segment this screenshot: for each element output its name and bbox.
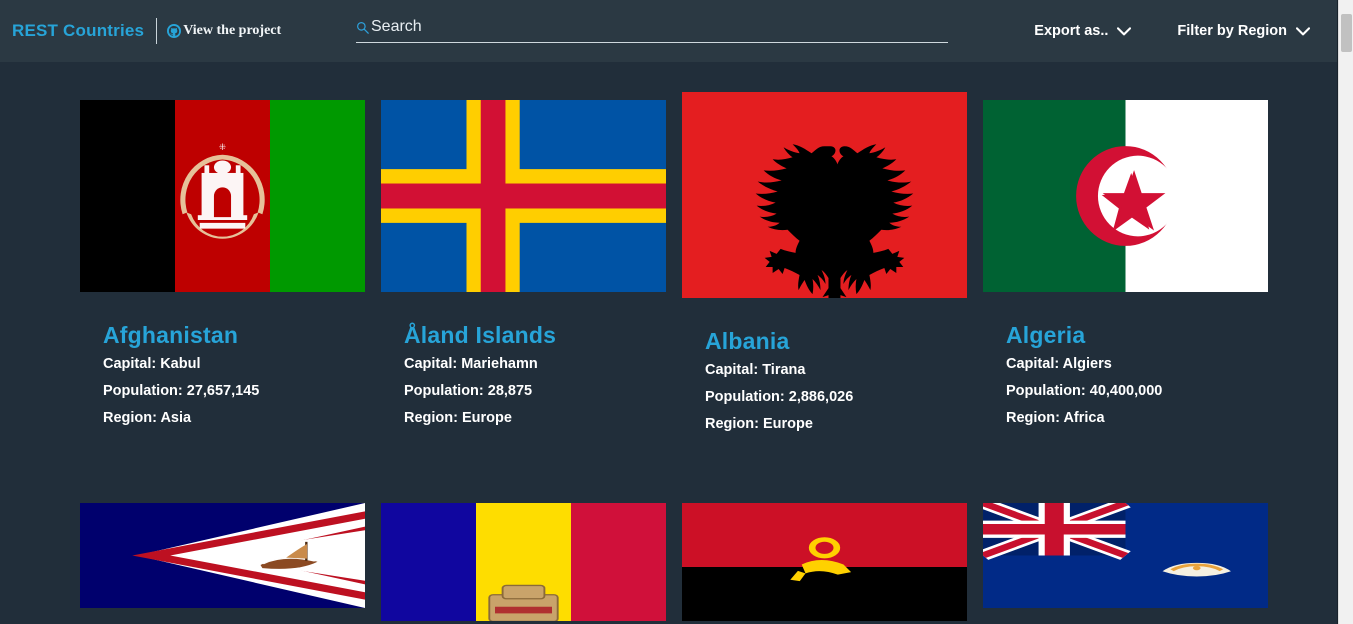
vertical-scrollbar[interactable] (1338, 0, 1353, 624)
country-info: Albania Capital: Tirana Population: 2,88… (682, 328, 983, 432)
brand-area: REST Countries View the project (12, 18, 281, 44)
flag-afghanistan[interactable]: ⁜ (80, 100, 365, 292)
country-card[interactable]: Algeria Capital: Algiers Population: 40,… (983, 62, 1284, 443)
scrollbar-thumb[interactable] (1341, 14, 1352, 52)
filter-by-region-label: Filter by Region (1177, 23, 1287, 39)
country-population: Population: 40,400,000 (1006, 383, 1163, 399)
country-card[interactable] (682, 503, 983, 624)
country-card[interactable] (80, 503, 381, 624)
github-icon (167, 24, 182, 38)
flag-andorra[interactable] (381, 503, 666, 624)
country-info: Åland Islands Capital: Mariehamn Populat… (381, 322, 682, 426)
search-input[interactable] (371, 18, 948, 36)
country-capital: Capital: Algiers (1006, 356, 1112, 372)
country-card[interactable] (381, 503, 682, 624)
country-row: ⁜ Afghanistan Capital: Kabul Population:… (0, 62, 1338, 443)
header-divider (156, 18, 158, 44)
country-info: Afghanistan Capital: Kabul Population: 2… (80, 322, 381, 426)
view-project-label: View the project (183, 23, 282, 38)
flag-anguilla[interactable] (983, 503, 1268, 608)
export-as-dropdown[interactable]: Export as.. (1034, 23, 1132, 39)
search-container (356, 18, 948, 43)
country-name[interactable]: Albania (705, 328, 789, 355)
flag-american-samoa[interactable] (80, 503, 365, 608)
flag-albania[interactable] (682, 92, 967, 298)
chevron-down-icon (1117, 26, 1132, 36)
country-population: Population: 28,875 (404, 383, 533, 399)
country-card[interactable]: Albania Capital: Tirana Population: 2,88… (682, 62, 983, 443)
country-population: Population: 2,886,026 (705, 389, 854, 405)
search-icon (356, 21, 371, 34)
country-name[interactable]: Åland Islands (404, 322, 556, 349)
country-info: Algeria Capital: Algiers Population: 40,… (983, 322, 1284, 426)
filter-by-region-dropdown[interactable]: Filter by Region (1177, 23, 1310, 39)
app-root: REST Countries View the project Search E… (0, 0, 1353, 624)
flag-aland-islands[interactable] (381, 100, 666, 292)
country-capital: Capital: Mariehamn (404, 356, 538, 372)
flag-angola[interactable] (682, 503, 967, 624)
country-capital: Capital: Kabul (103, 356, 201, 372)
search-row (356, 18, 948, 43)
country-region: Region: Europe (705, 416, 813, 432)
top-header: REST Countries View the project Search E… (0, 0, 1338, 62)
country-capital: Capital: Tirana (705, 362, 806, 378)
app-title: REST Countries (12, 21, 145, 40)
country-card[interactable]: Åland Islands Capital: Mariehamn Populat… (381, 62, 682, 443)
country-region: Region: Europe (404, 410, 512, 426)
country-card[interactable] (983, 503, 1284, 624)
flag-algeria[interactable] (983, 100, 1268, 292)
country-row (0, 503, 1338, 624)
country-region: Region: Asia (103, 410, 192, 426)
country-region: Region: Africa (1006, 410, 1105, 426)
country-grid: ⁜ Afghanistan Capital: Kabul Population:… (0, 62, 1338, 624)
country-card[interactable]: ⁜ Afghanistan Capital: Kabul Population:… (80, 62, 381, 443)
country-name[interactable]: Algeria (1006, 322, 1085, 349)
svg-text:⁜: ⁜ (219, 143, 226, 153)
country-population: Population: 27,657,145 (103, 383, 260, 399)
export-as-label: Export as.. (1034, 23, 1109, 39)
chevron-down-icon (1296, 26, 1310, 36)
header-actions: Export as.. Filter by Region (1034, 0, 1310, 62)
country-name[interactable]: Afghanistan (103, 322, 238, 349)
view-project-link[interactable]: View the project (167, 23, 281, 39)
